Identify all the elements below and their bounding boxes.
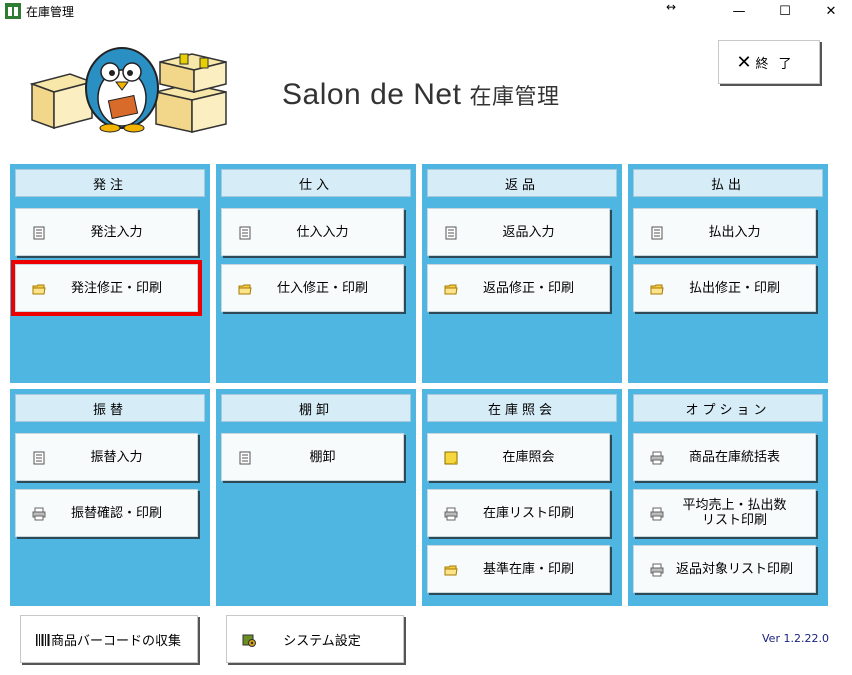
panel-title: 仕入	[221, 169, 411, 197]
panel-title: 払出	[633, 169, 823, 197]
purchase-edit-print-button[interactable]: 仕入修正・印刷	[221, 264, 404, 312]
order-edit-print-button[interactable]: 発注修正・印刷	[11, 260, 202, 316]
folder-icon	[32, 284, 46, 295]
folder-icon	[238, 284, 252, 295]
exit-icon: ✕	[736, 51, 752, 73]
inventory-list-print-button[interactable]: 在庫リスト印刷	[427, 489, 610, 537]
note-icon	[444, 451, 458, 465]
panel-issue: 払出 払出入力 払出修正・印刷	[628, 164, 828, 383]
panel-transfer: 振替 振替入力 振替確認・印刷	[10, 389, 210, 606]
app-name-en: Salon de Net	[282, 78, 462, 111]
panel-order: 発注 発注入力 発注修正・印刷	[10, 164, 210, 383]
panel-inventory-inquiry: 在庫照会 在庫照会 在庫リスト印刷 基準在庫・印刷	[422, 389, 622, 606]
version-label: Ver 1.2.22.0	[762, 632, 829, 645]
printer-icon	[650, 451, 664, 465]
document-icon	[239, 451, 251, 465]
order-entry-button[interactable]: 発注入力	[15, 208, 198, 256]
maximize-button[interactable]: ☐	[762, 0, 808, 22]
document-icon	[33, 451, 45, 465]
printer-icon	[650, 563, 664, 577]
average-sales-list-print-button[interactable]: 平均売上・払出数 リスト印刷	[633, 489, 816, 537]
app-name-jp: 在庫管理	[469, 84, 560, 109]
panel-options: オプション 商品在庫統括表 平均売上・払出数 リスト印刷 返品対象リスト印刷	[628, 389, 828, 606]
minimize-button[interactable]: —	[716, 0, 762, 22]
return-target-list-print-button[interactable]: 返品対象リスト印刷	[633, 545, 816, 593]
close-button[interactable]: ✕	[808, 0, 852, 22]
standard-stock-print-button[interactable]: 基準在庫・印刷	[427, 545, 610, 593]
return-edit-print-button[interactable]: 返品修正・印刷	[427, 264, 610, 312]
issue-edit-print-button[interactable]: 払出修正・印刷	[633, 264, 816, 312]
document-icon	[445, 226, 457, 240]
panel-title: 棚卸	[221, 394, 411, 422]
panel-title: 発注	[15, 169, 205, 197]
document-icon	[33, 226, 45, 240]
panel-title: 返品	[427, 169, 617, 197]
purchase-entry-button[interactable]: 仕入入力	[221, 208, 404, 256]
panel-title: 在庫照会	[427, 394, 617, 422]
product-stock-summary-button[interactable]: 商品在庫統括表	[633, 433, 816, 481]
panel-stocktake: 棚卸 棚卸	[216, 389, 416, 606]
mascot-logo	[30, 47, 227, 133]
printer-icon	[32, 507, 46, 521]
folder-icon	[444, 284, 458, 295]
return-entry-button[interactable]: 返品入力	[427, 208, 610, 256]
app-icon	[5, 3, 21, 19]
printer-icon	[650, 507, 664, 521]
app-window: 在庫管理 ↔ — ☐ ✕ Salon de Net 在庫管理 ✕ 終了 発注 発…	[0, 0, 852, 675]
document-icon	[651, 226, 663, 240]
panel-title: 振替	[15, 394, 205, 422]
window-title: 在庫管理	[26, 5, 75, 19]
inventory-inquiry-button[interactable]: 在庫照会	[427, 433, 610, 481]
system-settings-button[interactable]: システム設定	[226, 615, 404, 663]
app-name: Salon de Net 在庫管理	[282, 78, 559, 112]
resize-icon[interactable]: ↔	[666, 0, 676, 14]
transfer-confirm-print-button[interactable]: 振替確認・印刷	[15, 489, 198, 537]
issue-entry-button[interactable]: 払出入力	[633, 208, 816, 256]
folder-icon	[444, 565, 458, 576]
exit-button[interactable]: ✕ 終了	[718, 40, 820, 84]
transfer-entry-button[interactable]: 振替入力	[15, 433, 198, 481]
printer-icon	[444, 507, 458, 521]
barcode-icon	[36, 634, 50, 646]
barcode-collect-button[interactable]: 商品バーコードの収集	[20, 615, 198, 663]
stocktake-button[interactable]: 棚卸	[221, 433, 404, 481]
title-bar: 在庫管理 ↔ — ☐ ✕	[0, 0, 852, 22]
panel-title: オプション	[633, 394, 823, 422]
settings-icon	[242, 634, 256, 647]
exit-label: 終了	[755, 56, 802, 72]
panel-return: 返品 返品入力 返品修正・印刷	[422, 164, 622, 383]
document-icon	[239, 226, 251, 240]
panel-purchase: 仕入 仕入入力 仕入修正・印刷	[216, 164, 416, 383]
folder-icon	[650, 284, 664, 295]
